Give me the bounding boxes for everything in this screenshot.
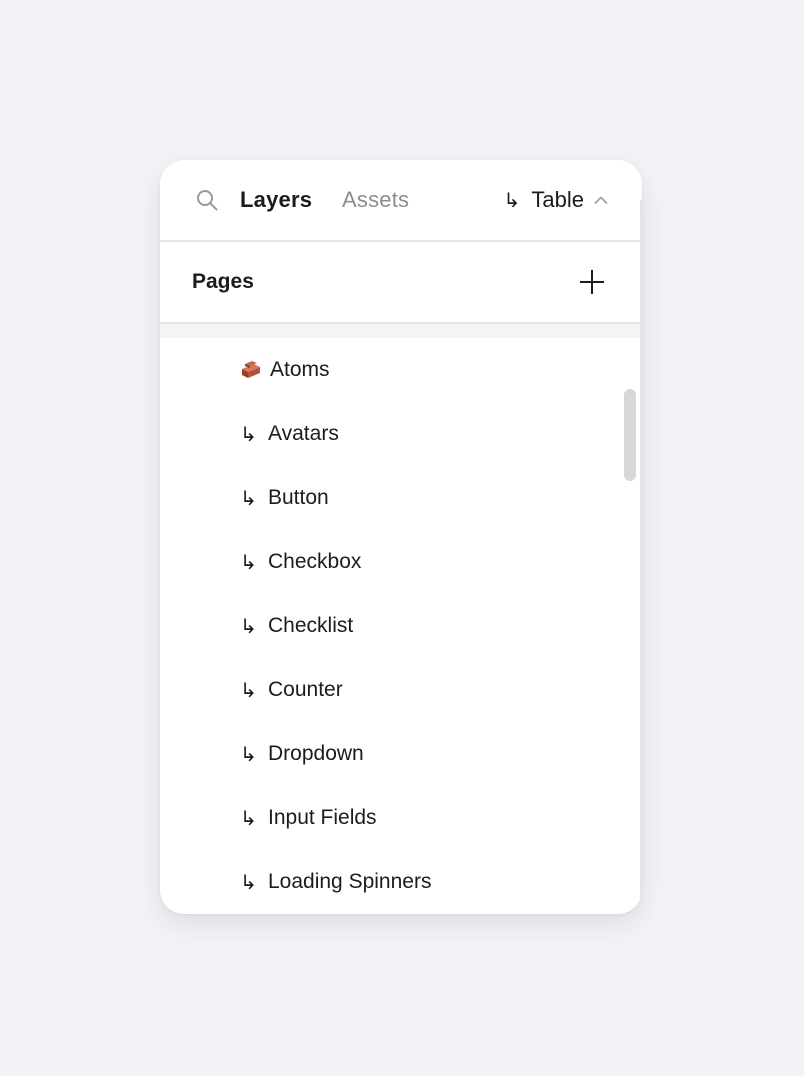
layers-panel: Layers Assets ↳ Table Pages Atoms ↳ Avat… [160,160,642,914]
panel-header: Layers Assets ↳ Table [160,160,640,242]
page-item-label: Counter [268,678,343,701]
page-item-label: Atoms [270,358,330,381]
page-item-label: Checkbox [268,550,362,573]
page-item-label: Avatars [268,422,339,445]
return-arrow-icon: ↳ [240,423,257,446]
page-item-loading-spinners[interactable]: ↳ Loading Spinners [240,864,431,900]
page-item-label: Checklist [268,614,354,637]
current-page-selector[interactable]: ↳ Table [503,186,608,214]
section-spacer [160,324,640,338]
page-item-input-fields[interactable]: ↳ Input Fields [240,800,377,836]
return-arrow-icon: ↳ [240,743,257,766]
pages-list: Atoms ↳ Avatars ↳ Button ↳ Checkbox ↳ Ch… [160,338,640,914]
return-arrow-icon: ↳ [503,189,521,212]
tab-layers[interactable]: Layers [240,186,312,214]
return-arrow-icon: ↳ [240,679,257,702]
page-item-counter[interactable]: ↳ Counter [240,672,343,708]
current-page-label: Table [531,187,584,212]
return-arrow-icon: ↳ [240,551,257,574]
page-item-button[interactable]: ↳ Button [240,480,329,516]
brick-icon [242,361,260,378]
page-item-label: Loading Spinners [268,870,432,893]
pages-title: Pages [192,270,254,293]
page-item-label: Dropdown [268,742,364,765]
scrollbar-thumb[interactable] [624,389,636,481]
search-icon[interactable] [195,188,219,212]
panel-divider [640,200,642,914]
chevron-up-icon [594,196,608,204]
page-item-atoms[interactable]: Atoms [240,352,330,388]
page-item-avatars[interactable]: ↳ Avatars [240,416,339,452]
return-arrow-icon: ↳ [240,615,257,638]
page-item-checklist[interactable]: ↳ Checklist [240,608,353,644]
page-item-checkbox[interactable]: ↳ Checkbox [240,544,361,580]
return-arrow-icon: ↳ [240,807,257,830]
pages-section-header: Pages [160,242,640,324]
return-arrow-icon: ↳ [240,871,257,894]
page-item-label: Button [268,486,329,509]
page-item-dropdown[interactable]: ↳ Dropdown [240,736,364,772]
return-arrow-icon: ↳ [240,487,257,510]
add-page-icon[interactable] [578,268,606,296]
tab-assets[interactable]: Assets [342,186,409,214]
page-item-label: Input Fields [268,806,377,829]
